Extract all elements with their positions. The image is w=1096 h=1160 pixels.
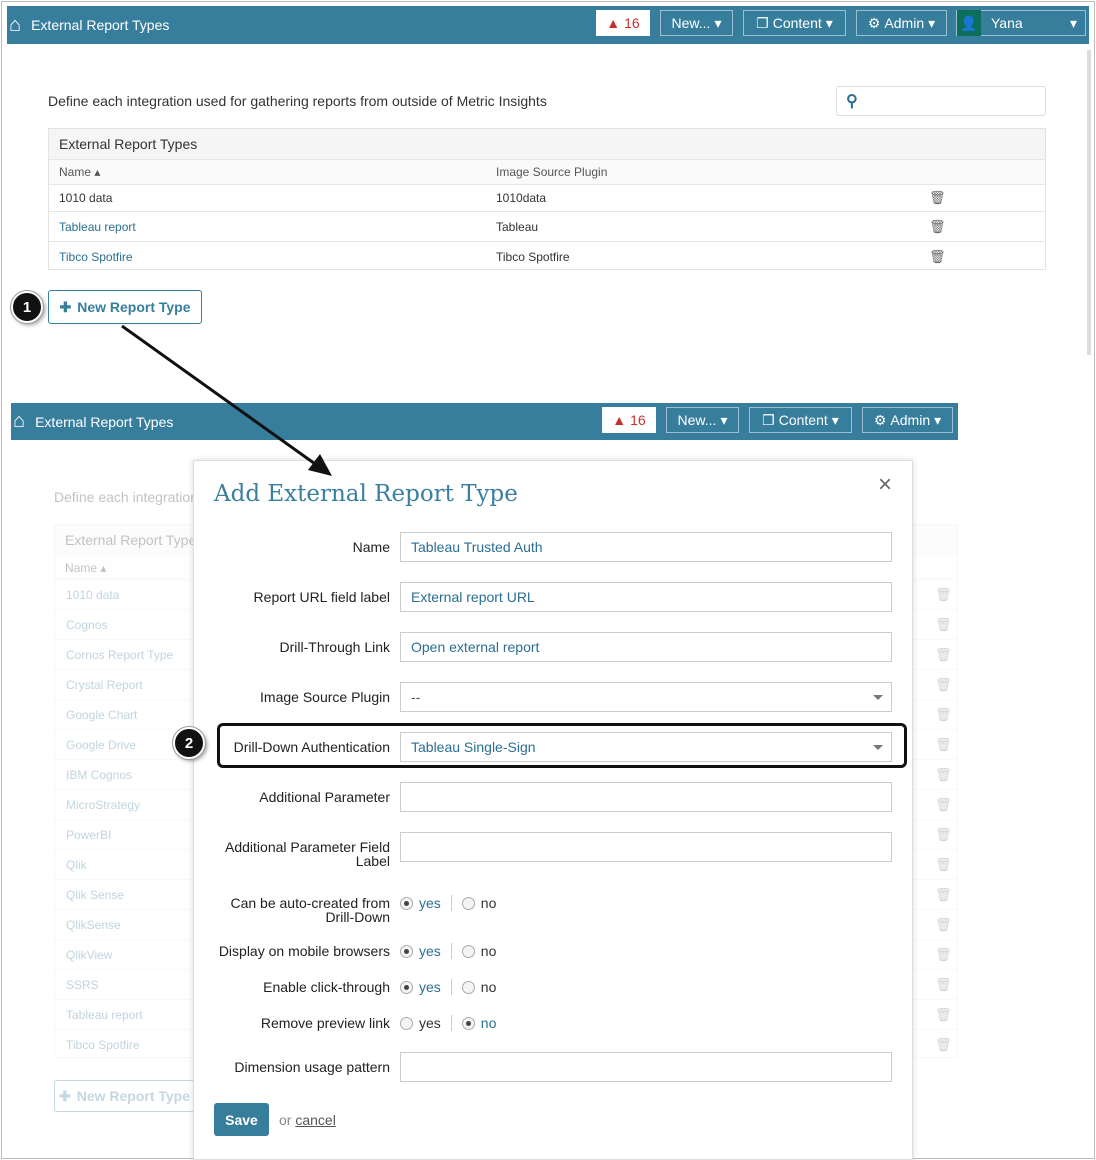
arrow-annotation: [121, 324, 332, 476]
